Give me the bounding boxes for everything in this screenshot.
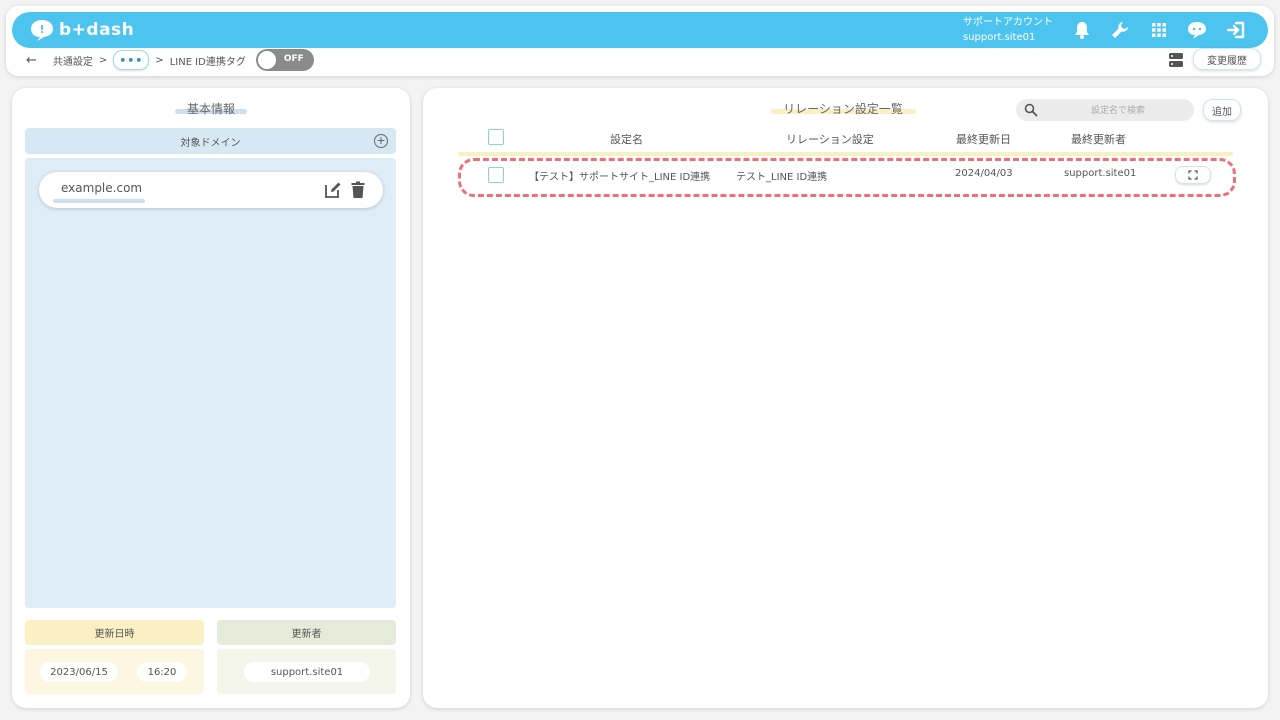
search-icon: [1024, 103, 1038, 117]
apps-grid-icon[interactable]: [1147, 18, 1171, 42]
breadcrumb: ← 共通設定 > ••• > LINE ID連携タグ OFF: [26, 48, 314, 72]
row-expand-button[interactable]: [1175, 166, 1211, 184]
updated-at-header: 更新日時: [25, 620, 204, 645]
column-header-updated-by: 最終更新者: [1071, 133, 1126, 146]
target-domain-header: 対象ドメイン +: [25, 128, 396, 154]
account-label: サポートアカウント: [963, 17, 1053, 28]
domain-underline: [53, 199, 145, 203]
relation-list-panel: リレーション設定一覧 追加 設定名 リレーション設定 最終更新日 最終更新者 【…: [423, 88, 1268, 708]
expand-icon: [1188, 170, 1198, 180]
column-header-updated-date: 最終更新日: [956, 133, 1011, 146]
app-logo[interactable]: ! b+dash: [29, 16, 134, 44]
add-relation-button[interactable]: 追加: [1203, 99, 1241, 121]
column-header-name: 設定名: [610, 133, 643, 146]
logo-bubble-icon: !: [31, 20, 53, 41]
column-header-relation: リレーション設定: [786, 133, 874, 146]
updated-by-header: 更新者: [217, 620, 396, 645]
toggle-label: OFF: [283, 54, 304, 64]
bell-icon[interactable]: [1070, 18, 1094, 42]
row-updated-date: 2024/04/03: [955, 168, 1013, 179]
edit-icon[interactable]: [324, 181, 342, 199]
header-card: ! b+dash サポートアカウント support.site01 ← 共通設定…: [6, 6, 1274, 76]
updated-by-value: support.site01: [244, 662, 370, 682]
row-relation-setting: テスト_LINE ID連携: [736, 172, 828, 183]
support-chat-icon[interactable]: [1185, 18, 1209, 42]
header-divider: [458, 152, 1233, 156]
trash-icon[interactable]: [351, 181, 365, 199]
updated-time: 16:20: [137, 662, 187, 682]
search-field: [1016, 99, 1194, 121]
logout-icon[interactable]: [1224, 18, 1248, 42]
toggle-knob: [257, 51, 276, 69]
wrench-icon[interactable]: [1108, 18, 1132, 42]
account-info: サポートアカウント support.site01: [963, 15, 1053, 45]
updated-by-body: support.site01: [217, 649, 396, 694]
top-bar: ! b+dash サポートアカウント support.site01: [12, 12, 1268, 48]
updated-at-body: 2023/06/15 16:20: [25, 649, 204, 694]
target-domain-label: 対象ドメイン: [180, 137, 241, 149]
search-input[interactable]: [1046, 102, 1190, 120]
select-all-checkbox[interactable]: [488, 129, 504, 145]
row-checkbox[interactable]: [488, 167, 504, 183]
svg-text:!: !: [39, 23, 44, 36]
relation-list-title: リレーション設定一覧: [783, 102, 903, 116]
server-icon[interactable]: [1166, 52, 1186, 68]
breadcrumb-current: LINE ID連携タグ: [169, 56, 246, 68]
updated-date: 2023/06/15: [40, 662, 118, 682]
basic-info-panel: 基本情報 対象ドメイン + example.com 更新日時 更新者 2023/…: [12, 88, 410, 708]
change-history-button[interactable]: 変更履歴: [1193, 48, 1261, 70]
domain-text: example.com: [61, 181, 143, 195]
row-updated-by: support.site01: [1064, 168, 1137, 179]
add-domain-icon[interactable]: +: [374, 134, 388, 148]
logo-text: b+dash: [59, 20, 135, 40]
back-arrow-icon[interactable]: ←: [26, 53, 37, 68]
domain-item: example.com: [39, 172, 383, 208]
account-id: support.site01: [963, 32, 1036, 43]
domain-list: example.com: [25, 158, 396, 608]
breadcrumb-more-button[interactable]: •••: [113, 50, 150, 70]
breadcrumb-root[interactable]: 共通設定: [53, 53, 93, 68]
breadcrumb-separator: >: [155, 54, 164, 66]
row-setting-name[interactable]: 【テスト】サポートサイト_LINE ID連携: [529, 168, 710, 183]
tag-status-toggle[interactable]: OFF: [255, 49, 314, 71]
basic-info-title: 基本情報: [186, 102, 235, 116]
breadcrumb-separator: >: [98, 54, 108, 66]
